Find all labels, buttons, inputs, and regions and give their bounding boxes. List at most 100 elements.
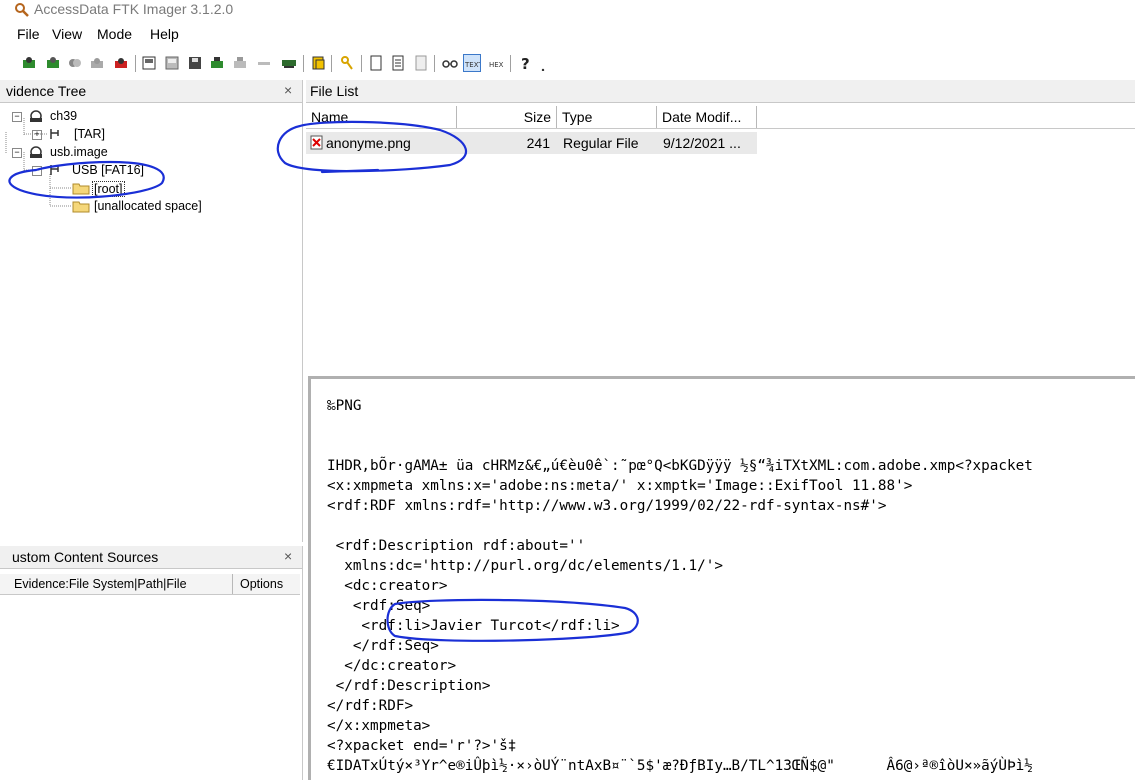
file-list-title: File List [310,83,359,99]
add-content-icon [211,57,223,68]
column-header-date-modified[interactable]: Date Modif... [657,106,757,128]
viewer-line: <rdf:li>Javier Turcot</rdf:li> [327,618,620,634]
text-view-button[interactable]: TEXT [463,54,481,72]
disk-image-icon [142,56,156,70]
evidence-item-icon [30,146,42,158]
custom-content-sources-pane: ustom Content Sources × Evidence:File Sy… [0,546,303,780]
menu-file[interactable]: File [17,26,40,42]
column-header-size[interactable]: Size [457,106,557,128]
viewer-line: </x:xmpmeta> [327,718,431,734]
folder-icon [72,201,90,213]
custom-image-icon [234,57,246,68]
glasses-icon [442,60,458,68]
text-view-icon: TEXT [464,61,480,69]
detect-efs-encryption-button[interactable] [338,54,356,72]
remove-evidence-button[interactable] [88,54,106,72]
menu-file-label: File [17,26,40,42]
viewer-line: </dc:creator> [327,658,457,674]
add-to-custom-content-button[interactable] [208,54,226,72]
export-logical-image-button[interactable] [186,54,204,72]
image-mounting-icon [69,59,81,67]
tree-node-label: ch39 [50,109,78,123]
new-file-button[interactable] [367,54,385,72]
menu-view[interactable]: View [52,26,82,42]
protected-files-icon [312,56,325,70]
expand-icon[interactable]: + [32,130,42,140]
create-custom-content-image-button[interactable] [231,54,249,72]
question-mark-icon: ? [521,55,530,71]
tree-node-label: [root] [92,181,125,197]
viewer-line: </rdf:Description> [327,678,491,694]
viewer-line: </rdf:Seq> [327,638,439,654]
menu-mode[interactable]: Mode [97,26,132,42]
column-header-type-label: Type [562,109,593,125]
menu-view-label: View [52,26,83,42]
document-icon [392,55,404,71]
decrypt-icon [258,62,270,65]
column-header-date-label: Date Modif... [662,109,742,125]
tree-node-label: USB [FAT16] [72,163,145,177]
image-mounting-button[interactable] [66,54,84,72]
viewer-line: <rdf:RDF xmlns:rdf='http://www.w3.org/19… [327,498,887,514]
toolbar: TEXT HEX ? [0,52,1135,76]
file-type: Regular File [563,135,639,151]
viewer-line: ‰PNG [327,398,362,414]
obtain-protected-files-button[interactable] [310,54,328,72]
remove-all-evidence-icon [115,58,127,68]
toolbar-overflow-button[interactable] [538,58,548,76]
close-icon[interactable]: × [284,82,292,98]
export-disk-image-button[interactable] [163,54,181,72]
table-row[interactable]: anonyme.png 241 Regular File 9/12/2021 .… [306,132,757,154]
viewer-line: IHDR,bÕr·gAMA± üa cHRMz&€„ú€èu0ê`:˜pœ°Q<… [327,458,1033,474]
evidence-tree-header: vidence Tree × [0,80,302,103]
svg-text:?: ? [521,55,530,71]
evidence-tree-title: vidence Tree [6,83,87,99]
key-icon [341,56,353,70]
viewer-line: <rdf:Seq> [327,598,431,614]
viewer-line: </rdf:RDF> [327,698,414,714]
column-header-name-label: Name [311,109,349,125]
memory-chip-icon [282,60,296,68]
remove-all-evidence-button[interactable] [112,54,130,72]
collapse-icon[interactable]: − [12,112,22,122]
partition-icon [50,129,59,139]
export-directory-listing-button[interactable] [412,54,430,72]
decrypt-button[interactable] [255,54,273,72]
collapse-icon[interactable]: − [12,148,22,158]
add-evidence-icon [23,57,35,68]
window-title: AccessData FTK Imager 3.1.2.0 [34,1,234,17]
capture-memory-button[interactable] [280,54,298,72]
custom-content-sources-header: ustom Content Sources × [0,546,302,569]
column-header-name[interactable]: Name [306,106,457,128]
svg-text:HEX: HEX [489,61,504,69]
add-evidence-item-button[interactable] [20,54,38,72]
viewer-line: <x:xmpmeta xmlns:x='adobe:ns:meta/' x:xm… [327,478,913,494]
viewer-line: xmlns:dc='http://purl.org/dc/elements/1.… [327,558,723,574]
viewer-line: <rdf:Description rdf:about='' [327,538,586,554]
partition-icon [50,165,59,175]
export-file-hash-list-button[interactable] [389,54,407,72]
close-icon[interactable]: × [284,548,292,564]
hex-view-button[interactable]: HEX [487,54,505,72]
viewer-line: <dc:creator> [327,578,448,594]
custom-sources-column-headers: Evidence:File System|Path|File Options [0,574,300,595]
dropdown-arrow-icon [541,68,545,71]
add-all-evidence-icon [47,57,59,68]
create-disk-image-button[interactable] [140,54,158,72]
evidence-tree-pane: vidence Tree × − ch39 + [TAR] − usb.imag… [0,80,303,542]
column-divider [232,574,233,594]
automatic-view-button[interactable] [441,54,459,72]
menu-bar: File View Mode Help [0,26,1135,46]
tree-node-label: [TAR] [74,127,106,141]
file-size: 241 [526,135,550,151]
add-all-evidence-button[interactable] [44,54,62,72]
text-viewer[interactable]: ‰PNG IHDR,bÕr·gAMA± üa cHRMz&€„ú€èu0ê`:˜… [308,376,1135,780]
column-header-type[interactable]: Type [557,106,657,128]
help-button[interactable]: ? [517,54,535,72]
menu-help[interactable]: Help [150,26,179,42]
column-header-options[interactable]: Options [240,577,283,591]
blank-page-icon [370,55,382,71]
column-header-path[interactable]: Evidence:File System|Path|File [14,577,187,591]
collapse-icon[interactable]: − [32,166,42,176]
directory-listing-icon [415,55,427,71]
